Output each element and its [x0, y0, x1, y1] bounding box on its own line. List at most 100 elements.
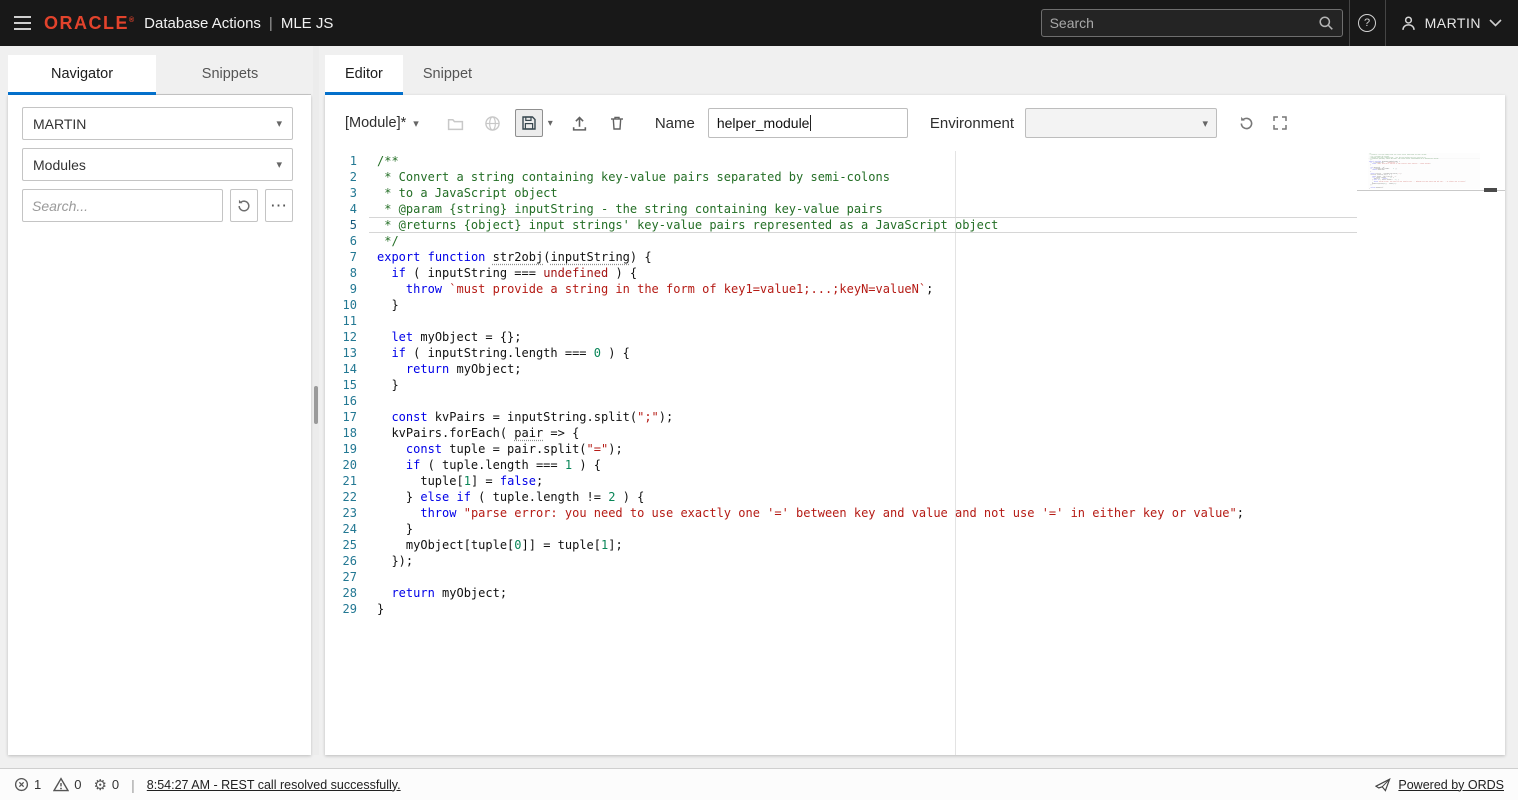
delete-button[interactable] — [602, 109, 632, 137]
code-line[interactable]: } — [369, 297, 1357, 313]
name-input-value: helper_module — [716, 115, 810, 131]
editor-body: [Module]* ▾ ▾ Name helper_module Environ… — [325, 95, 1505, 755]
warning-triangle-icon — [53, 777, 70, 792]
line-number-gutter: 1 2 3 4 5 6 7 8 9 10 11 12 13 14 15 16 17 18 19 20 21 22 23 24 2… — [325, 151, 369, 755]
chevron-down-icon — [1489, 19, 1502, 27]
tab-editor[interactable]: Editor — [325, 55, 403, 95]
global-search-input[interactable] — [1049, 15, 1318, 31]
editor-tabs: Editor Snippet — [325, 55, 1505, 95]
code-line[interactable]: const kvPairs = inputString.split(";"); — [369, 409, 1357, 425]
code-line[interactable]: if ( inputString === undefined ) { — [369, 265, 1357, 281]
code-line[interactable]: } — [369, 377, 1357, 393]
schema-select-value: MARTIN — [33, 115, 87, 132]
line-number: 16 — [342, 394, 357, 408]
warning-counter[interactable]: 0 — [53, 777, 81, 792]
navigator-search-input[interactable] — [22, 189, 223, 222]
deploy-button[interactable] — [565, 109, 595, 137]
code-line[interactable]: * @param {string} inputString - the stri… — [369, 201, 1357, 217]
tab-snippets[interactable]: Snippets — [156, 55, 304, 95]
refresh-button[interactable] — [230, 189, 258, 222]
registered-mark: ® — [129, 16, 135, 24]
name-input[interactable]: helper_module — [707, 108, 908, 138]
code-editor[interactable]: 1 2 3 4 5 6 7 8 9 10 11 12 13 14 15 16 17 18 19 20 21 22 23 24 2… — [325, 151, 1505, 755]
chevron-down-icon: ▾ — [1202, 117, 1209, 130]
line-number: 23 — [342, 506, 357, 520]
code-line[interactable] — [369, 569, 1357, 585]
code-line[interactable]: */ — [369, 233, 1357, 249]
refresh-environments-button[interactable] — [1231, 109, 1261, 137]
splitter-handle-icon — [314, 386, 318, 424]
user-icon — [1400, 15, 1417, 32]
environment-select[interactable]: ▾ — [1025, 108, 1218, 138]
text-cursor — [810, 115, 812, 131]
code-line[interactable]: return myObject; — [369, 361, 1357, 377]
line-number: 6 — [349, 234, 357, 248]
save-icon — [522, 116, 536, 130]
maximize-icon — [1273, 116, 1287, 130]
line-number: 18 — [342, 426, 357, 440]
hamburger-menu-icon[interactable] — [0, 16, 44, 30]
module-selector[interactable]: [Module]* ▾ — [345, 115, 419, 131]
save-options-caret[interactable]: ▾ — [543, 118, 558, 129]
search-icon[interactable] — [1318, 15, 1334, 31]
user-menu[interactable]: MARTIN — [1384, 0, 1518, 46]
warning-count: 0 — [74, 777, 82, 792]
code-line[interactable]: const tuple = pair.split("="); — [369, 441, 1357, 457]
context-title: MLE JS — [280, 14, 334, 32]
line-number: 17 — [342, 410, 357, 424]
code-line[interactable]: export function str2obj(inputString) { — [369, 249, 1357, 265]
error-counter[interactable]: 1 — [14, 777, 41, 792]
chevron-down-icon: ▾ — [276, 118, 282, 130]
ords-plane-icon — [1375, 777, 1392, 792]
code-line[interactable]: if ( tuple.length === 1 ) { — [369, 457, 1357, 473]
editor-right-zone: /** * Convert a string containing key-va… — [1357, 151, 1505, 755]
code-line[interactable]: if ( inputString.length === 0 ) { — [369, 345, 1357, 361]
line-number: 10 — [342, 298, 357, 312]
code-line[interactable]: /** — [369, 153, 1357, 169]
code-line[interactable]: * @returns {object} input strings' key-v… — [369, 217, 1357, 233]
status-divider: | — [131, 776, 135, 793]
navigator-panel: Navigator Snippets MARTIN ▾ Modules ▾ ⋯ — [8, 55, 311, 755]
schema-select[interactable]: MARTIN ▾ — [22, 107, 293, 140]
more-options-button[interactable]: ⋯ — [265, 189, 293, 222]
powered-by-ords-link[interactable]: Powered by ORDS — [1398, 778, 1504, 792]
line-number: 13 — [342, 346, 357, 360]
line-number: 24 — [342, 522, 357, 536]
chevron-down-icon: ▾ — [276, 159, 282, 171]
object-type-select[interactable]: Modules ▾ — [22, 148, 293, 181]
code-line[interactable]: } else if ( tuple.length != 2 ) { — [369, 489, 1357, 505]
panel-splitter[interactable] — [313, 46, 319, 755]
process-counter[interactable]: ⚙ 0 — [93, 776, 119, 794]
code-line[interactable]: return myObject; — [369, 585, 1357, 601]
code-line[interactable]: throw `must provide a string in the form… — [369, 281, 1357, 297]
code-line[interactable]: throw "parse error: you need to use exac… — [369, 505, 1357, 521]
status-message-link[interactable]: 8:54:27 AM - REST call resolved successf… — [147, 778, 401, 792]
line-number: 21 — [342, 474, 357, 488]
code-line[interactable]: * Convert a string containing key-value … — [369, 169, 1357, 185]
code-line[interactable]: let myObject = {}; — [369, 329, 1357, 345]
maximize-editor-button[interactable] — [1265, 109, 1295, 137]
line-number: 25 — [342, 538, 357, 552]
code-line[interactable]: kvPairs.forEach( pair => { — [369, 425, 1357, 441]
tab-navigator[interactable]: Navigator — [8, 55, 156, 95]
code-line[interactable]: myObject[tuple[0]] = tuple[1]; — [369, 537, 1357, 553]
upload-icon — [573, 115, 587, 131]
code-line[interactable]: }); — [369, 553, 1357, 569]
help-button[interactable]: ? — [1348, 0, 1385, 46]
save-split-button: ▾ — [514, 109, 558, 137]
code-line[interactable]: } — [369, 521, 1357, 537]
code-line[interactable]: tuple[1] = false; — [369, 473, 1357, 489]
open-module-button[interactable] — [441, 109, 471, 137]
name-label: Name — [654, 114, 695, 132]
code-line[interactable]: } — [369, 601, 1357, 617]
code-scroll-area[interactable]: /** * Convert a string containing key-va… — [369, 151, 1357, 755]
browse-modules-button[interactable] — [478, 109, 508, 137]
navigator-tabs: Navigator Snippets — [8, 55, 311, 95]
minimap[interactable]: /** * Convert a string containing key-va… — [1368, 153, 1480, 189]
overview-ruler-marker — [1484, 188, 1497, 192]
code-line[interactable] — [369, 393, 1357, 409]
save-button[interactable] — [514, 109, 543, 137]
tab-snippet[interactable]: Snippet — [403, 55, 492, 95]
code-line[interactable]: * to a JavaScript object — [369, 185, 1357, 201]
code-line[interactable] — [369, 313, 1357, 329]
